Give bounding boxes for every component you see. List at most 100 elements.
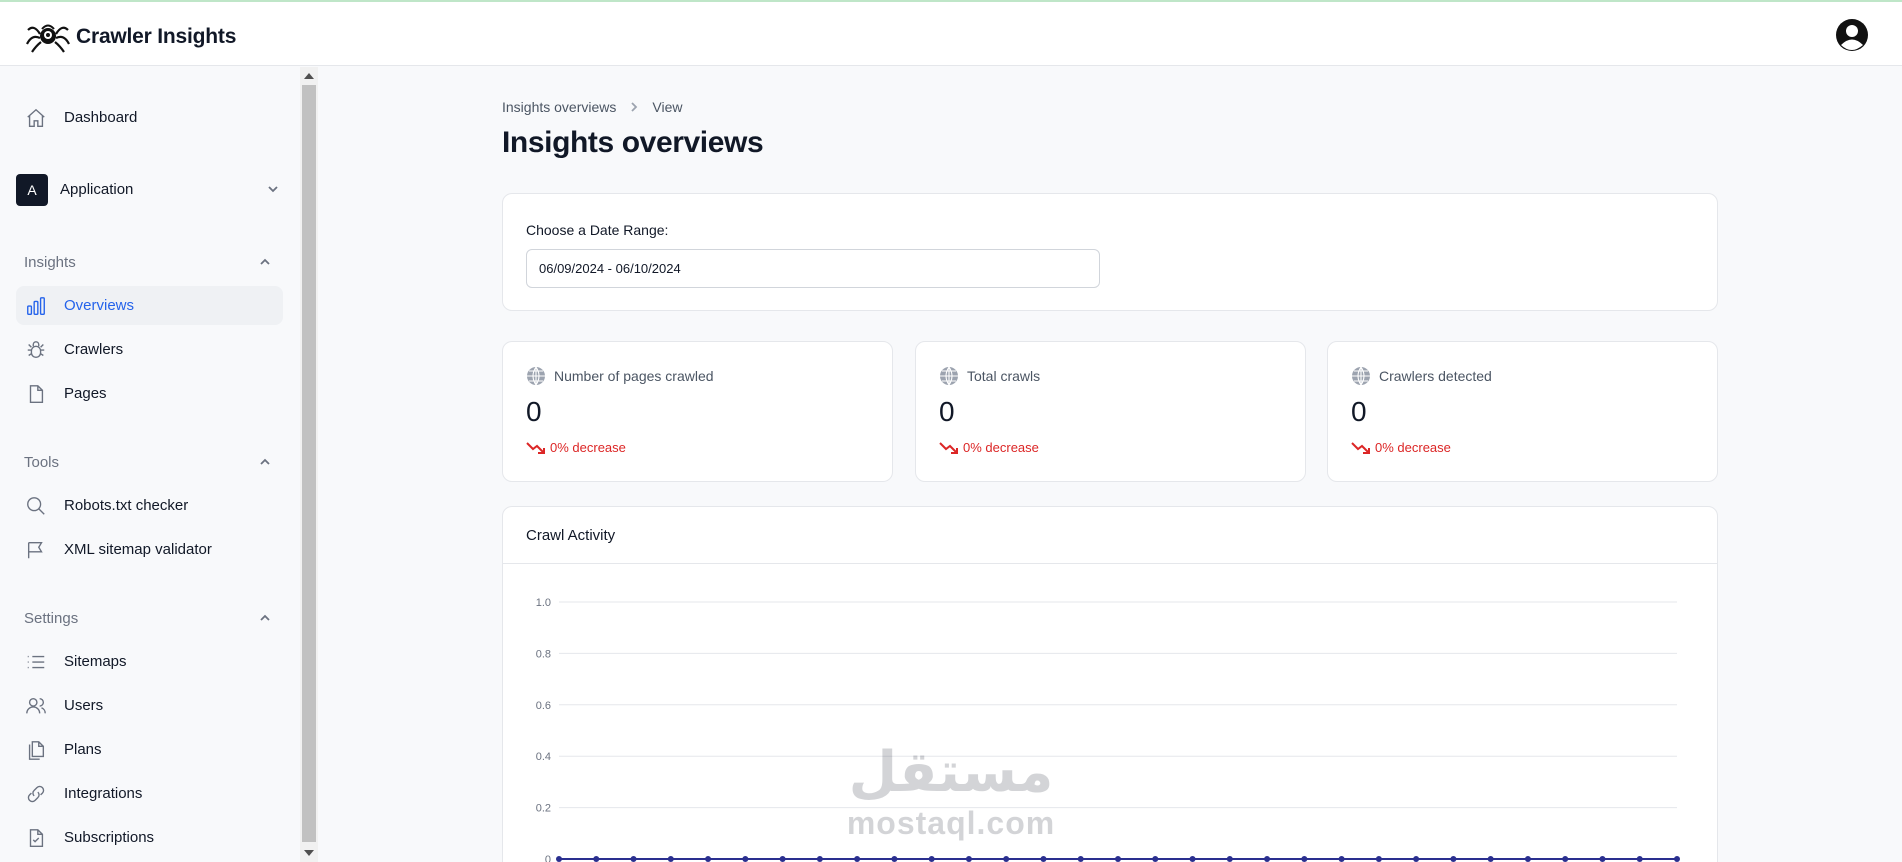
data-point[interactable] [1599, 856, 1606, 862]
section-settings-title: Settings [24, 610, 79, 627]
app-name: Crawler Insights [76, 25, 237, 48]
data-point[interactable] [1487, 856, 1494, 862]
chevron-right-icon [631, 102, 638, 112]
data-point[interactable] [1040, 856, 1047, 862]
data-point[interactable] [630, 856, 637, 862]
stat-card-crawlers-detected: Crawlers detected 0 0% decrease [1327, 341, 1718, 482]
data-point[interactable] [1226, 856, 1233, 862]
sidebar-item-sitemaps[interactable]: Sitemaps [16, 642, 283, 681]
chevron-down-icon [266, 182, 280, 201]
data-point[interactable] [1189, 856, 1196, 862]
sidebar-item-robots-checker[interactable]: Robots.txt checker [16, 486, 283, 525]
date-range-card: Choose a Date Range: [502, 193, 1718, 311]
data-point[interactable] [1003, 856, 1010, 862]
bar-chart-icon [24, 294, 48, 318]
scrollbar-thumb[interactable] [302, 85, 316, 842]
chevron-up-icon[interactable] [258, 255, 272, 269]
y-tick-label: 0 [545, 854, 551, 862]
data-point[interactable] [667, 856, 674, 862]
globe-icon [940, 366, 958, 386]
data-point[interactable] [816, 856, 823, 862]
sidebar-item-overviews[interactable]: Overviews [16, 286, 283, 325]
application-label: Application [60, 181, 134, 198]
stat-card-pages-crawled: Number of pages crawled 0 0% decrease [502, 341, 893, 482]
data-point[interactable] [1264, 856, 1271, 862]
data-point[interactable] [891, 856, 898, 862]
sidebar-item-label: Crawlers [64, 341, 124, 358]
crawl-activity-card: Crawl Activity 1.0 0.8 0.6 0.4 0.2 0 [502, 506, 1718, 862]
sidebar-item-users[interactable]: Users [16, 686, 283, 725]
list-icon [24, 650, 48, 674]
application-selector[interactable]: A Application [16, 170, 283, 209]
stat-value: 0 [526, 396, 542, 427]
stat-title: Total crawls [939, 366, 1040, 386]
stat-change-text: 0% decrease [1375, 440, 1451, 455]
sidebar-item-label: Sitemaps [64, 653, 127, 670]
data-point[interactable] [1152, 856, 1159, 862]
sidebar-item-label: Integrations [64, 785, 143, 802]
data-point[interactable] [1338, 856, 1345, 862]
data-point[interactable] [928, 856, 935, 862]
trend-down-icon [939, 441, 958, 454]
sidebar-scrollbar[interactable] [300, 67, 318, 862]
data-point[interactable] [1636, 856, 1643, 862]
stat-change: 0% decrease [1351, 440, 1451, 455]
sidebar-item-crawlers[interactable]: Crawlers [16, 330, 283, 369]
data-point[interactable] [742, 856, 749, 862]
bug-icon [24, 338, 48, 362]
chart-header: Crawl Activity [503, 507, 1717, 564]
data-point[interactable] [593, 856, 600, 862]
data-point[interactable] [705, 856, 712, 862]
scroll-down-arrow-icon[interactable] [304, 850, 314, 856]
sidebar-item-label: Plans [64, 741, 102, 758]
sidebar-item-subscriptions[interactable]: Subscriptions [16, 818, 283, 857]
y-tick-label: 0.6 [536, 700, 551, 712]
section-tools-title: Tools [24, 454, 60, 471]
flag-icon [24, 538, 48, 562]
stat-title-text: Number of pages crawled [554, 368, 714, 384]
data-point[interactable] [1674, 856, 1680, 862]
sidebar-item-dashboard[interactable]: Dashboard [16, 98, 283, 137]
y-tick-label: 0.2 [536, 803, 551, 815]
data-point[interactable] [1450, 856, 1457, 862]
sidebar: Dashboard A Application Insights Overvie… [0, 67, 300, 862]
sidebar-item-label: Overviews [64, 297, 135, 314]
data-point[interactable] [1115, 856, 1121, 862]
sidebar-item-pages[interactable]: Pages [16, 374, 283, 413]
date-range-input[interactable] [526, 249, 1100, 288]
y-tick-label: 0.8 [536, 648, 551, 660]
data-point[interactable] [556, 856, 562, 862]
application-badge: A [16, 173, 48, 206]
stat-card-total-crawls: Total crawls 0 0% decrease [915, 341, 1306, 482]
user-avatar-icon[interactable] [1835, 18, 1869, 52]
data-point[interactable] [1375, 856, 1382, 862]
logo[interactable]: Crawler Insights [26, 20, 236, 54]
stat-title-text: Crawlers detected [1379, 368, 1492, 384]
home-icon [24, 106, 48, 130]
sidebar-item-label: Robots.txt checker [64, 497, 189, 514]
chevron-up-icon[interactable] [258, 611, 272, 625]
crawl-activity-chart: 1.0 0.8 0.6 0.4 0.2 0 [536, 597, 1680, 862]
sidebar-item-plans[interactable]: Plans [16, 730, 283, 769]
data-point[interactable] [1413, 856, 1420, 862]
section-insights-title: Insights [24, 254, 76, 271]
search-icon [24, 494, 48, 518]
stat-change-text: 0% decrease [963, 440, 1039, 455]
stat-change: 0% decrease [939, 440, 1039, 455]
data-point[interactable] [1524, 856, 1531, 862]
data-point[interactable] [1077, 856, 1084, 862]
chevron-up-icon[interactable] [258, 455, 272, 469]
sidebar-item-sitemap-validator[interactable]: XML sitemap validator [16, 530, 283, 569]
data-point[interactable] [1301, 856, 1308, 862]
data-point[interactable] [965, 856, 972, 862]
top-bar: Crawler Insights [0, 0, 1902, 66]
data-point[interactable] [1562, 856, 1569, 862]
scroll-up-arrow-icon[interactable] [304, 73, 314, 79]
breadcrumb-link-insights-overviews[interactable]: Insights overviews [502, 99, 616, 115]
sidebar-item-label: Users [64, 697, 104, 714]
sidebar-item-integrations[interactable]: Integrations [16, 774, 283, 813]
data-point[interactable] [779, 856, 786, 862]
sidebar-item-label: XML sitemap validator [64, 541, 212, 558]
date-range-label: Choose a Date Range: [526, 222, 669, 238]
data-point[interactable] [854, 856, 861, 862]
